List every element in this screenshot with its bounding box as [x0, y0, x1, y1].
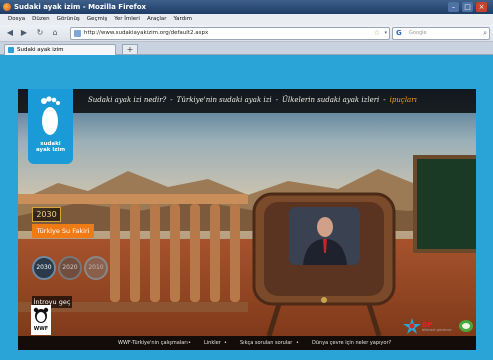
site-favicon-icon	[74, 30, 81, 37]
chalkboard	[413, 155, 476, 253]
web-page: Sudaki ayak izi nedir? - Türkiye'nin sudak…	[0, 55, 493, 360]
nav-link-turkey-footprint[interactable]: Türkiye'nin sudaki ayak izi	[177, 96, 272, 104]
google-icon: G	[396, 29, 402, 37]
menu-bookmarks[interactable]: Yer İmleri	[114, 16, 140, 22]
search-icon[interactable]: ⌕	[483, 28, 487, 39]
wwf-logo-text: WWF	[33, 326, 49, 332]
tab-sudaki-ayak-izim[interactable]: Sudaki ayak izim	[4, 44, 116, 55]
site-main-nav: Sudaki ayak izi nedir? - Türkiye'nin sudak…	[88, 96, 417, 104]
water-status-title: Türkiye Su Fakiri	[32, 224, 94, 238]
logo-text: sudaki ayak izim	[35, 141, 66, 153]
site-top-bar: Sudaki ayak izi nedir? - Türkiye'nin sudak…	[18, 89, 476, 113]
footprint-icon	[41, 96, 60, 135]
tab-label: Sudaki ayak izim	[17, 47, 64, 53]
nav-link-what-is-footprint[interactable]: Sudaki ayak izi nedir?	[88, 96, 166, 104]
partner-logos: BP bilimsel güvence	[402, 317, 474, 335]
window-title: Sudaki ayak izim - Mozilla Firefox	[14, 3, 147, 11]
nav-link-countries-footprint[interactable]: Ülkelerin sudaki ayak izleri	[282, 96, 379, 104]
year-button-2010[interactable]: 2010	[84, 256, 108, 280]
year-label: 2030	[32, 207, 61, 222]
partner-star-icon	[403, 318, 421, 334]
speaker-video-icon	[289, 207, 360, 265]
bookmark-star-icon[interactable]: ☆	[374, 28, 380, 39]
footer-link-links[interactable]: Linkler	[204, 336, 221, 350]
tv-video-screen[interactable]	[289, 207, 360, 265]
partner-logo-subtext: bilimsel güvence	[422, 328, 452, 332]
nav-link-tips[interactable]: ipuçları	[390, 96, 417, 104]
firefox-icon	[3, 3, 11, 11]
navigation-toolbar: ◀ ▶ ↻ ⌂ http://www.sudakiayakizim.org/de…	[0, 25, 493, 42]
menu-file[interactable]: Dosya	[8, 16, 25, 22]
year-button-2020[interactable]: 2020	[58, 256, 82, 280]
new-tab-button[interactable]: +	[122, 44, 138, 55]
footer-link-wwf-work[interactable]: WWF-Türkiye'nin çalışmaları	[118, 336, 188, 350]
panda-icon	[33, 307, 49, 323]
site-footer: WWF-Türkiye'nin çalışmaları • Linkler • …	[18, 336, 476, 350]
url-text: http://www.sudakiayakizim.org/default2.a…	[84, 30, 209, 36]
menu-tools[interactable]: Araçlar	[147, 16, 167, 22]
maximize-icon[interactable]: □	[462, 2, 473, 12]
back-button[interactable]: ◀	[4, 27, 16, 38]
minimize-icon[interactable]: –	[448, 2, 459, 12]
menu-edit[interactable]: Düzen	[32, 16, 49, 22]
menu-help[interactable]: Yardım	[174, 16, 193, 22]
year-button-2030[interactable]: 2030	[32, 256, 56, 280]
reload-button[interactable]: ↻	[34, 27, 46, 38]
url-bar[interactable]: http://www.sudakiayakizim.org/default2.a…	[70, 27, 390, 40]
tab-strip: Sudaki ayak izim +	[0, 42, 493, 55]
url-dropdown-icon[interactable]: ▾	[384, 28, 387, 39]
search-box[interactable]: G Google ⌕	[392, 27, 490, 40]
menu-history[interactable]: Geçmiş	[87, 16, 107, 22]
footer-link-faq[interactable]: Sıkça sorulan sorular	[240, 336, 292, 350]
tab-favicon-icon	[8, 47, 14, 53]
site-logo[interactable]: sudaki ayak izim	[28, 89, 73, 164]
menu-bar: Dosya Düzen Görünüş Geçmiş Yer İmleri Araçlar…	[0, 14, 493, 25]
search-placeholder: Google	[409, 30, 427, 36]
menu-view[interactable]: Görünüş	[57, 16, 80, 22]
eco-leaf-icon	[459, 320, 473, 332]
wwf-logo[interactable]: WWF	[31, 305, 51, 335]
forward-button[interactable]: ▶	[18, 27, 30, 38]
window-title-bar: Sudaki ayak izim - Mozilla Firefox – □ ×	[0, 0, 493, 14]
home-button[interactable]: ⌂	[49, 27, 61, 38]
flash-scene: Sudaki ayak izi nedir? - Türkiye'nin sudak…	[18, 89, 476, 350]
footer-link-world-actions[interactable]: Dünya çevre için neler yapıyor?	[312, 336, 391, 350]
close-icon[interactable]: ×	[476, 2, 487, 12]
